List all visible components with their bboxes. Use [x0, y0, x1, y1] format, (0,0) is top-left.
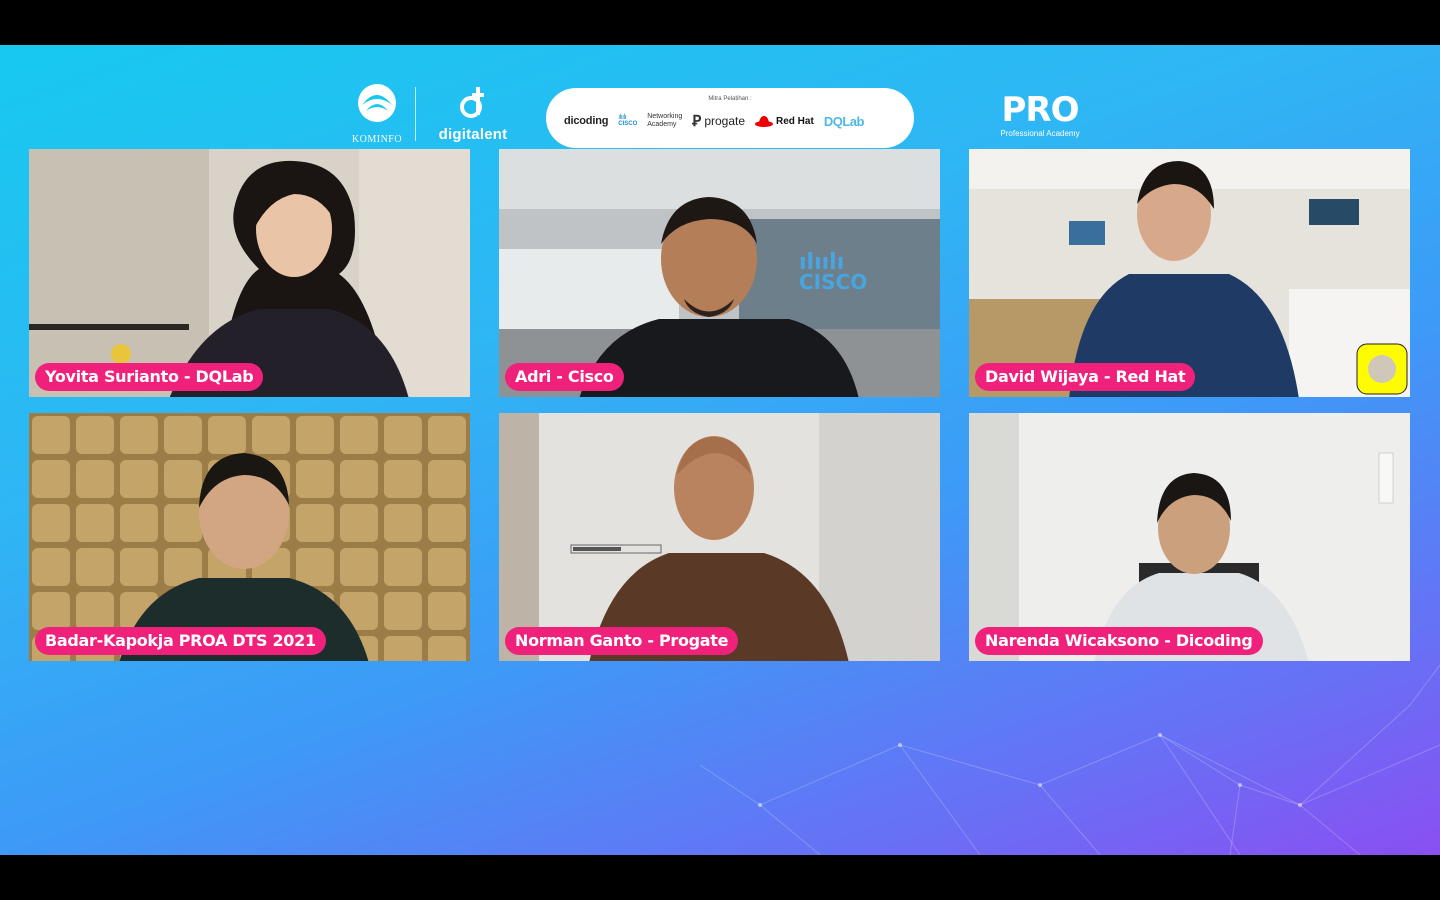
participant-name-tag: Badar-Kapokja PROA DTS 2021: [35, 627, 326, 655]
partners-caption: Mitra Pelatihan :: [708, 96, 752, 102]
pro-sub-label: Professional Academy: [1000, 129, 1080, 138]
letterbox-top: [0, 0, 1440, 45]
dicoding-logo: dicoding: [564, 115, 609, 127]
video-feed: [499, 413, 940, 661]
redhat-label: Red Hat: [776, 115, 814, 127]
participant-name-tag: Yovita Surianto - DQLab: [35, 363, 264, 391]
cisco-word: CISCO: [618, 121, 638, 127]
video-tile-badar[interactable]: Badar-Kapokja PROA DTS 2021: [29, 413, 470, 661]
pro-label: PRO: [1001, 90, 1079, 130]
video-tile-norman[interactable]: Norman Ganto - Progate: [499, 413, 940, 661]
networking-line1: Networking: [647, 113, 683, 120]
video-feed: [969, 149, 1410, 397]
video-tile-david[interactable]: David Wijaya - Red Hat: [969, 149, 1410, 397]
progate-mark-icon: Ꝑ: [692, 113, 702, 130]
video-tile-narenda[interactable]: Narenda Wicaksono - Dicoding: [969, 413, 1410, 661]
progate-label: progate: [704, 114, 746, 128]
participant-name-tag: Adri - Cisco: [505, 363, 624, 391]
cisco-bars-icon: ılıılı: [618, 114, 627, 121]
video-tile-yovita[interactable]: Yovita Surianto - DQLab: [29, 149, 470, 397]
cisco-logo: ılıılı CISCO: [618, 114, 637, 128]
participant-name-tag: Narenda Wicaksono - Dicoding: [975, 627, 1263, 655]
participant-name-tag: Norman Ganto - Progate: [505, 627, 739, 655]
redhat-logo: Red Hat: [755, 115, 814, 127]
snapcode-icon[interactable]: [1356, 343, 1408, 395]
kominfo-label: KOMINFO: [351, 134, 403, 145]
header-divider: [415, 87, 416, 141]
digitalent-logo: digitalent: [428, 85, 518, 145]
participant-name-tag: David Wijaya - Red Hat: [975, 363, 1196, 391]
partners-banner: Mitra Pelatihan : dicoding ılıılı CISCO …: [546, 88, 914, 148]
letterbox-bottom: [0, 855, 1440, 900]
progate-logo: Ꝑ progate: [692, 112, 745, 130]
svg-text:CISCO: CISCO: [799, 270, 867, 294]
video-feed: ılıılı CISCO: [499, 149, 940, 397]
video-feed: [29, 149, 470, 397]
video-feed: [969, 413, 1410, 661]
networking-academy: Networking Academy: [647, 113, 682, 129]
digitalent-icon: [460, 87, 484, 118]
pro-academy-logo: PRO Professional Academy: [984, 93, 1096, 143]
video-feed: [29, 413, 470, 661]
dqlab-logo: DQLab: [823, 113, 865, 129]
networking-line2: Academy: [647, 121, 677, 128]
kominfo-emblem-icon: [358, 84, 396, 122]
redhat-hat-icon: [755, 116, 774, 127]
video-tile-adri[interactable]: ılıılı CISCO Adri - Cisco: [499, 149, 940, 397]
kominfo-logo: KOMINFO: [346, 83, 408, 145]
digitalent-label: digitalent: [438, 126, 508, 143]
